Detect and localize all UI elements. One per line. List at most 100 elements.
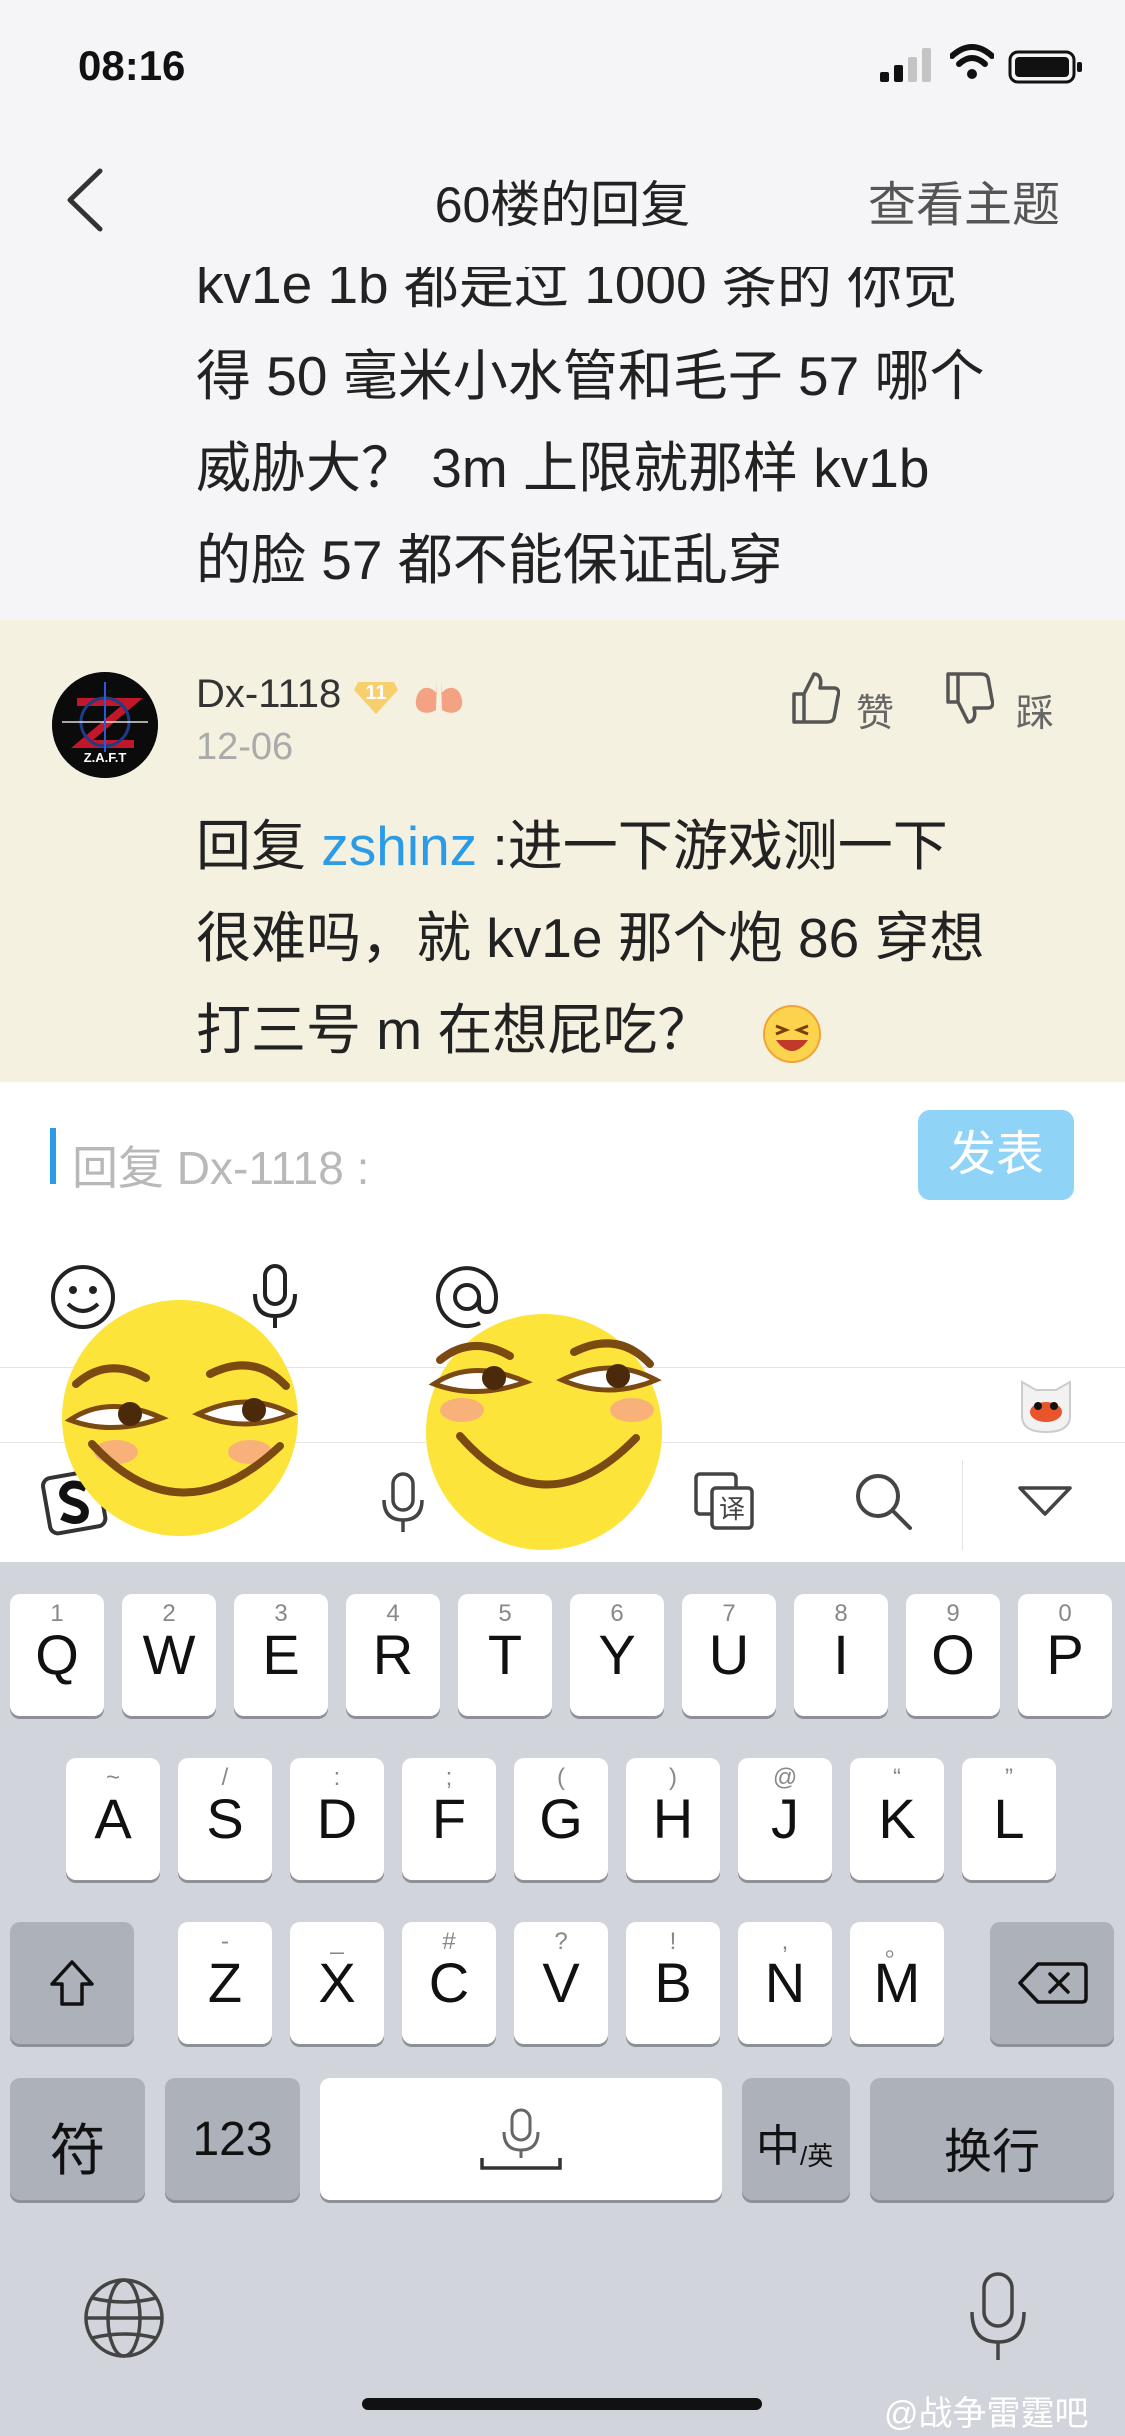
post-line: 的脸 57 都不能保证乱穿	[196, 529, 783, 591]
key-m[interactable]: 。 M	[850, 1922, 944, 2044]
key-o[interactable]: 9O	[906, 1594, 1000, 1716]
send-button[interactable]: 发表	[918, 1110, 1074, 1200]
key-label: U	[708, 1623, 750, 1686]
translate-icon[interactable]: 译	[692, 1470, 756, 1532]
signal-icon	[880, 48, 931, 82]
key-b[interactable]: ! B	[626, 1922, 720, 2044]
text-cursor	[50, 1128, 56, 1184]
like-button[interactable]: 赞	[790, 670, 900, 735]
dislike-button[interactable]: 踩	[944, 670, 1054, 735]
level-text: 11	[365, 682, 387, 704]
space-mic-icon	[480, 2108, 562, 2170]
key-label: J	[771, 1787, 799, 1850]
key-label: W	[142, 1623, 196, 1686]
key-l[interactable]: ” L	[962, 1758, 1056, 1880]
key-label: S	[206, 1787, 244, 1850]
smirk-emoji-icon	[62, 1300, 298, 1536]
key-v[interactable]: ? V	[514, 1922, 608, 2044]
laughing-emoji-icon	[762, 1005, 821, 1064]
key-x[interactable]: _ X	[290, 1922, 384, 2044]
key-label: H	[652, 1787, 694, 1850]
key-e[interactable]: 3E	[234, 1594, 328, 1716]
post-content: kv1e 1b 都是过 1000 条的 你觉 得 50 毫米小水管和毛子 57 …	[0, 267, 1125, 620]
post-line: kv1e 1b 都是过 1000 条的 你觉	[196, 267, 958, 315]
battery-icon	[1008, 50, 1082, 84]
key-label: K	[878, 1787, 916, 1850]
dislike-label: 踩	[1016, 693, 1055, 735]
globe-icon[interactable]	[82, 2276, 166, 2360]
key-t[interactable]: 5T	[458, 1594, 552, 1716]
key-q[interactable]: 1Q	[10, 1594, 104, 1716]
key-p[interactable]: 0P	[1018, 1594, 1112, 1716]
key-label: O	[931, 1623, 975, 1686]
key-i[interactable]: 8I	[794, 1594, 888, 1716]
key-h[interactable]: ) H	[626, 1758, 720, 1880]
numbers-key[interactable]: 123	[165, 2078, 300, 2200]
space-key[interactable]	[320, 2078, 722, 2200]
key-label: V	[542, 1951, 580, 2014]
shift-icon	[50, 1960, 94, 2006]
status-time: 08:16	[78, 42, 186, 89]
mascot-icon[interactable]	[1014, 1372, 1078, 1436]
key-label: X	[318, 1951, 356, 2014]
key-n[interactable]: ,N	[738, 1922, 832, 2044]
key-d[interactable]: :D	[290, 1758, 384, 1880]
key-label: 换行	[943, 2126, 1040, 2179]
lung-badge-icon	[415, 680, 463, 713]
key-label: Z	[207, 1951, 243, 2014]
key-k[interactable]: “K	[850, 1758, 944, 1880]
key-w[interactable]: 2W	[122, 1594, 216, 1716]
reply-input[interactable]: 回复 Dx-1118 :	[72, 1132, 369, 1198]
return-key[interactable]: 换行	[870, 2078, 1114, 2200]
mention-link[interactable]: zshinz	[321, 815, 477, 877]
key-j[interactable]: @ J	[738, 1758, 832, 1880]
shift-key[interactable]	[10, 1922, 134, 2044]
key-label: F	[431, 1787, 467, 1850]
reply-line: 打三号 m 在想屁吃？	[196, 984, 1076, 1076]
key-z[interactable]: -Z	[178, 1922, 272, 2044]
reply-username[interactable]: Dx-1118	[196, 672, 341, 717]
key-label: C	[428, 1951, 470, 2014]
wifi-icon	[950, 44, 994, 79]
reply-text-part: :进一下游戏测一下	[477, 815, 948, 877]
key-label: L	[993, 1787, 1025, 1850]
home-indicator	[362, 2398, 762, 2410]
reply-date: 12-06	[196, 726, 294, 768]
key-y[interactable]: 6Y	[570, 1594, 664, 1716]
key-label: D	[316, 1787, 358, 1850]
language-toggle-key[interactable]: 中 /英	[742, 2078, 850, 2200]
key-c[interactable]: # C	[402, 1922, 496, 2044]
key-r[interactable]: 4R	[346, 1594, 440, 1716]
reply-text-part: 打三号 m 在想屁吃？	[196, 999, 713, 1061]
like-label: 赞	[856, 693, 895, 735]
key-label: Q	[35, 1623, 79, 1686]
reply-prefix: 回复	[196, 815, 322, 877]
level-badge: 11	[352, 676, 400, 716]
thumbs-up-icon	[792, 672, 840, 724]
dictation-mic-icon[interactable]	[966, 2270, 1030, 2364]
avatar[interactable]: Z.A.F.T	[52, 672, 158, 778]
key-label: P	[1046, 1623, 1084, 1686]
key-f[interactable]: ; F	[402, 1758, 496, 1880]
key-s[interactable]: / S	[178, 1758, 272, 1880]
key-label: E	[262, 1623, 300, 1686]
symbols-key[interactable]: 符	[10, 2078, 145, 2200]
key-label: 中	[756, 2122, 800, 2171]
key-g[interactable]: (G	[514, 1758, 608, 1880]
voice-input-icon[interactable]	[378, 1472, 428, 1534]
backspace-key[interactable]	[990, 1922, 1114, 2044]
post-line: 得 50 毫米小水管和毛子 57 哪个	[196, 345, 985, 407]
key-label: Y	[598, 1623, 636, 1686]
watermark: @战争雷霆吧	[884, 2395, 1089, 2433]
key-label: G	[539, 1787, 583, 1850]
search-icon[interactable]	[852, 1470, 914, 1532]
key-u[interactable]: 7U	[682, 1594, 776, 1716]
key-a[interactable]: ~ A	[66, 1758, 160, 1880]
reply-line: 回复 zshinz :进一下游戏测一下	[196, 800, 1076, 892]
view-topic-link[interactable]: 查看主题	[868, 165, 1060, 235]
thumbs-down-icon	[946, 672, 994, 724]
svg-text:译: 译	[719, 1495, 745, 1525]
key-label: A	[94, 1787, 132, 1850]
key-label: R	[372, 1623, 414, 1686]
collapse-icon[interactable]	[1016, 1484, 1074, 1518]
